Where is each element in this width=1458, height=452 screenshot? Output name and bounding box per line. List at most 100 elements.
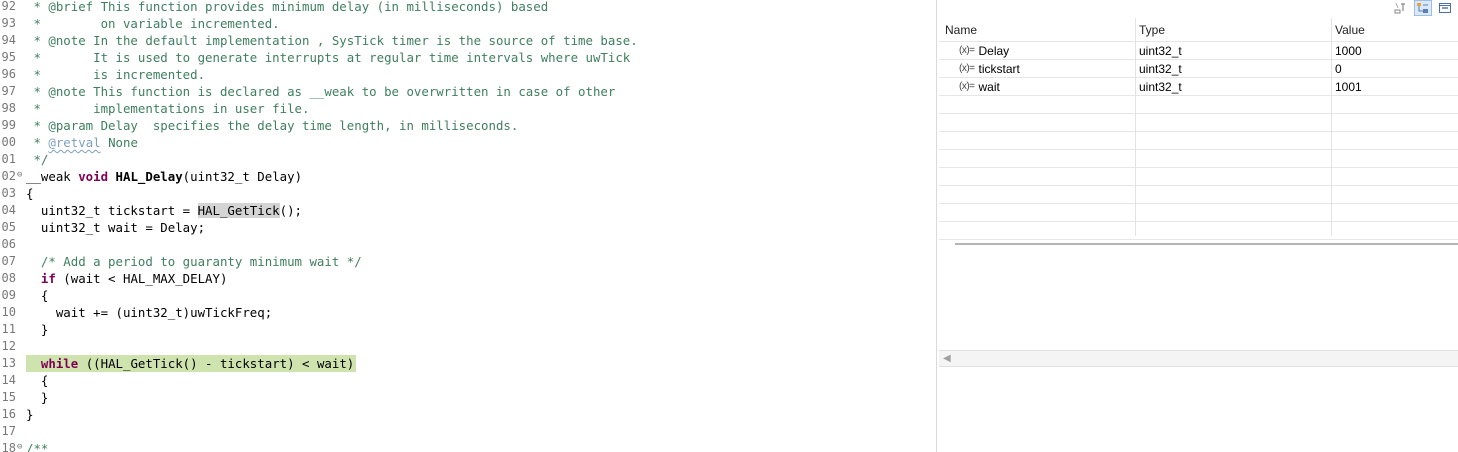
code-token: __weak	[26, 169, 79, 184]
horizontal-scrollbar[interactable]: ◀	[939, 350, 1458, 367]
code-text: * implementations in user file.	[26, 100, 311, 117]
line-number-text: 12	[1, 339, 16, 353]
code-line[interactable]: 17	[0, 423, 936, 440]
detail-pane-sash[interactable]	[955, 243, 1458, 245]
line-number-text: 97	[1, 84, 16, 98]
code-text: }	[26, 406, 35, 423]
code-token: (wait < HAL_MAX_DELAY)	[55, 271, 228, 286]
fold-toggle-icon[interactable]: ⊖	[17, 169, 22, 181]
code-line[interactable]: 92 * @brief This function provides minim…	[0, 0, 936, 15]
code-text: wait += (uint32_t)uwTickFreq;	[26, 304, 274, 321]
code-token: void	[78, 169, 109, 184]
variable-name-cell: (x)= Delay	[945, 42, 1135, 59]
code-line[interactable]: 02 ⊖ __weak void HAL_Delay(uint32_t Delay)	[0, 168, 936, 185]
code-line[interactable]: 07 /* Add a period to guaranty minimum w…	[0, 253, 936, 270]
code-token: }	[26, 390, 49, 405]
line-number-text: 09	[1, 288, 16, 302]
code-text: */	[26, 151, 50, 168]
code-line[interactable]: 96 * is incremented.	[0, 66, 936, 83]
line-number-text: 02	[1, 169, 16, 183]
code-line[interactable]: 10 wait += (uint32_t)uwTickFreq;	[0, 304, 936, 321]
line-number-text: 94	[1, 33, 16, 47]
code-token: wait += (uint32_t)uwTickFreq;	[26, 305, 273, 320]
code-token: if	[40, 271, 56, 286]
line-number-text: 10	[1, 305, 16, 319]
line-number-text: 99	[1, 118, 16, 132]
code-line[interactable]: 12	[0, 338, 936, 355]
code-token: {	[26, 186, 34, 201]
empty-row	[939, 150, 1458, 168]
variable-row[interactable]: (x)= tickstart uint32_t 0	[939, 60, 1458, 78]
code-line[interactable]: 03 {	[0, 185, 936, 202]
code-text: * is incremented.	[26, 66, 207, 83]
code-text: * @brief This function provides minimum …	[26, 0, 550, 15]
code-line[interactable]: 14 {	[0, 372, 936, 389]
code-line[interactable]: 15 }	[0, 389, 936, 406]
column-separator[interactable]	[1331, 18, 1332, 236]
fold-toggle-icon[interactable]: ⊖	[17, 441, 22, 452]
code-text: {	[26, 287, 50, 304]
code-line[interactable]: 01 */	[0, 151, 936, 168]
variable-type: uint32_t	[1139, 61, 1182, 76]
code-token: * is incremented.	[26, 67, 206, 82]
code-token: {	[26, 288, 49, 303]
code-text: /* Add a period to guaranty minimum wait…	[26, 253, 364, 270]
line-number-text: 03	[1, 186, 16, 200]
line-number-text: 98	[1, 101, 16, 115]
line-number-text: 04	[1, 203, 16, 217]
code-text: }	[26, 321, 50, 338]
empty-row	[939, 168, 1458, 186]
show-logical-structure-icon[interactable]	[1414, 0, 1432, 16]
code-line[interactable]: 09 {	[0, 287, 936, 304]
line-number-text: 93	[1, 16, 16, 30]
code-token: ((HAL_GetTick() - tickstart) < wait)	[78, 356, 355, 371]
column-separator[interactable]	[1135, 18, 1136, 236]
column-header-type[interactable]: Type	[1139, 18, 1329, 41]
collapse-all-icon[interactable]	[1436, 0, 1454, 16]
code-line[interactable]: 95 * It is used to generate interrupts a…	[0, 49, 936, 66]
line-number-text: 96	[1, 67, 16, 81]
code-line[interactable]: 98 * implementations in user file.	[0, 100, 936, 117]
code-token: (uint32_t Delay)	[182, 169, 303, 184]
code-line[interactable]: 05 uint32_t wait = Delay;	[0, 219, 936, 236]
scroll-left-icon[interactable]: ◀	[943, 353, 951, 364]
code-line[interactable]: 13 while ((HAL_GetTick() - tickstart) < …	[0, 355, 936, 372]
variable-name-cell: (x)= tickstart	[945, 60, 1135, 77]
code-line[interactable]: 94 * @note In the default implementation…	[0, 32, 936, 49]
line-number-text: 13	[1, 356, 16, 370]
empty-row	[939, 186, 1458, 204]
line-number-text: 00	[1, 135, 16, 149]
variable-value[interactable]: 1001	[1335, 78, 1455, 95]
code-token: * @note In the default implementation , …	[26, 33, 638, 48]
column-header-name[interactable]: Name	[945, 18, 1135, 41]
show-type-names-icon[interactable]	[1392, 0, 1410, 16]
code-line[interactable]: 04 uint32_t tickstart = HAL_GetTick();	[0, 202, 936, 219]
variable-value[interactable]: 0	[1335, 60, 1455, 77]
code-line[interactable]: 93 * on variable incremented.	[0, 15, 936, 32]
code-line[interactable]: 97 * @note This function is declared as …	[0, 83, 936, 100]
line-number-text: 15	[1, 390, 16, 404]
code-line[interactable]: 16}	[0, 406, 936, 423]
variable-value[interactable]: 1000	[1335, 42, 1455, 59]
variable-name-cell: (x)= wait	[945, 78, 1135, 95]
code-line[interactable]: 18 ⊖ /**	[0, 440, 936, 452]
code-editor[interactable]: 92 * @brief This function provides minim…	[0, 0, 936, 452]
code-line[interactable]: 99 * @param Delay specifies the delay ti…	[0, 117, 936, 134]
code-token: *	[26, 135, 49, 150]
empty-row	[939, 114, 1458, 132]
code-line[interactable]: 11 }	[0, 321, 936, 338]
line-number-text: 14	[1, 373, 16, 387]
variable-row[interactable]: (x)= wait uint32_t 1001	[939, 78, 1458, 96]
code-line[interactable]: 00 * @retval None	[0, 134, 936, 151]
code-line[interactable]: 08 if (wait < HAL_MAX_DELAY)	[0, 270, 936, 287]
code-text: /**	[26, 440, 50, 452]
code-token: uint32_t wait = Delay;	[26, 220, 206, 235]
line-number-text: 01	[1, 152, 16, 166]
code-line[interactable]: 06	[0, 236, 936, 253]
column-header-value[interactable]: Value	[1335, 18, 1455, 41]
variable-row[interactable]: (x)= Delay uint32_t 1000	[939, 42, 1458, 60]
code-text: {	[26, 372, 50, 389]
